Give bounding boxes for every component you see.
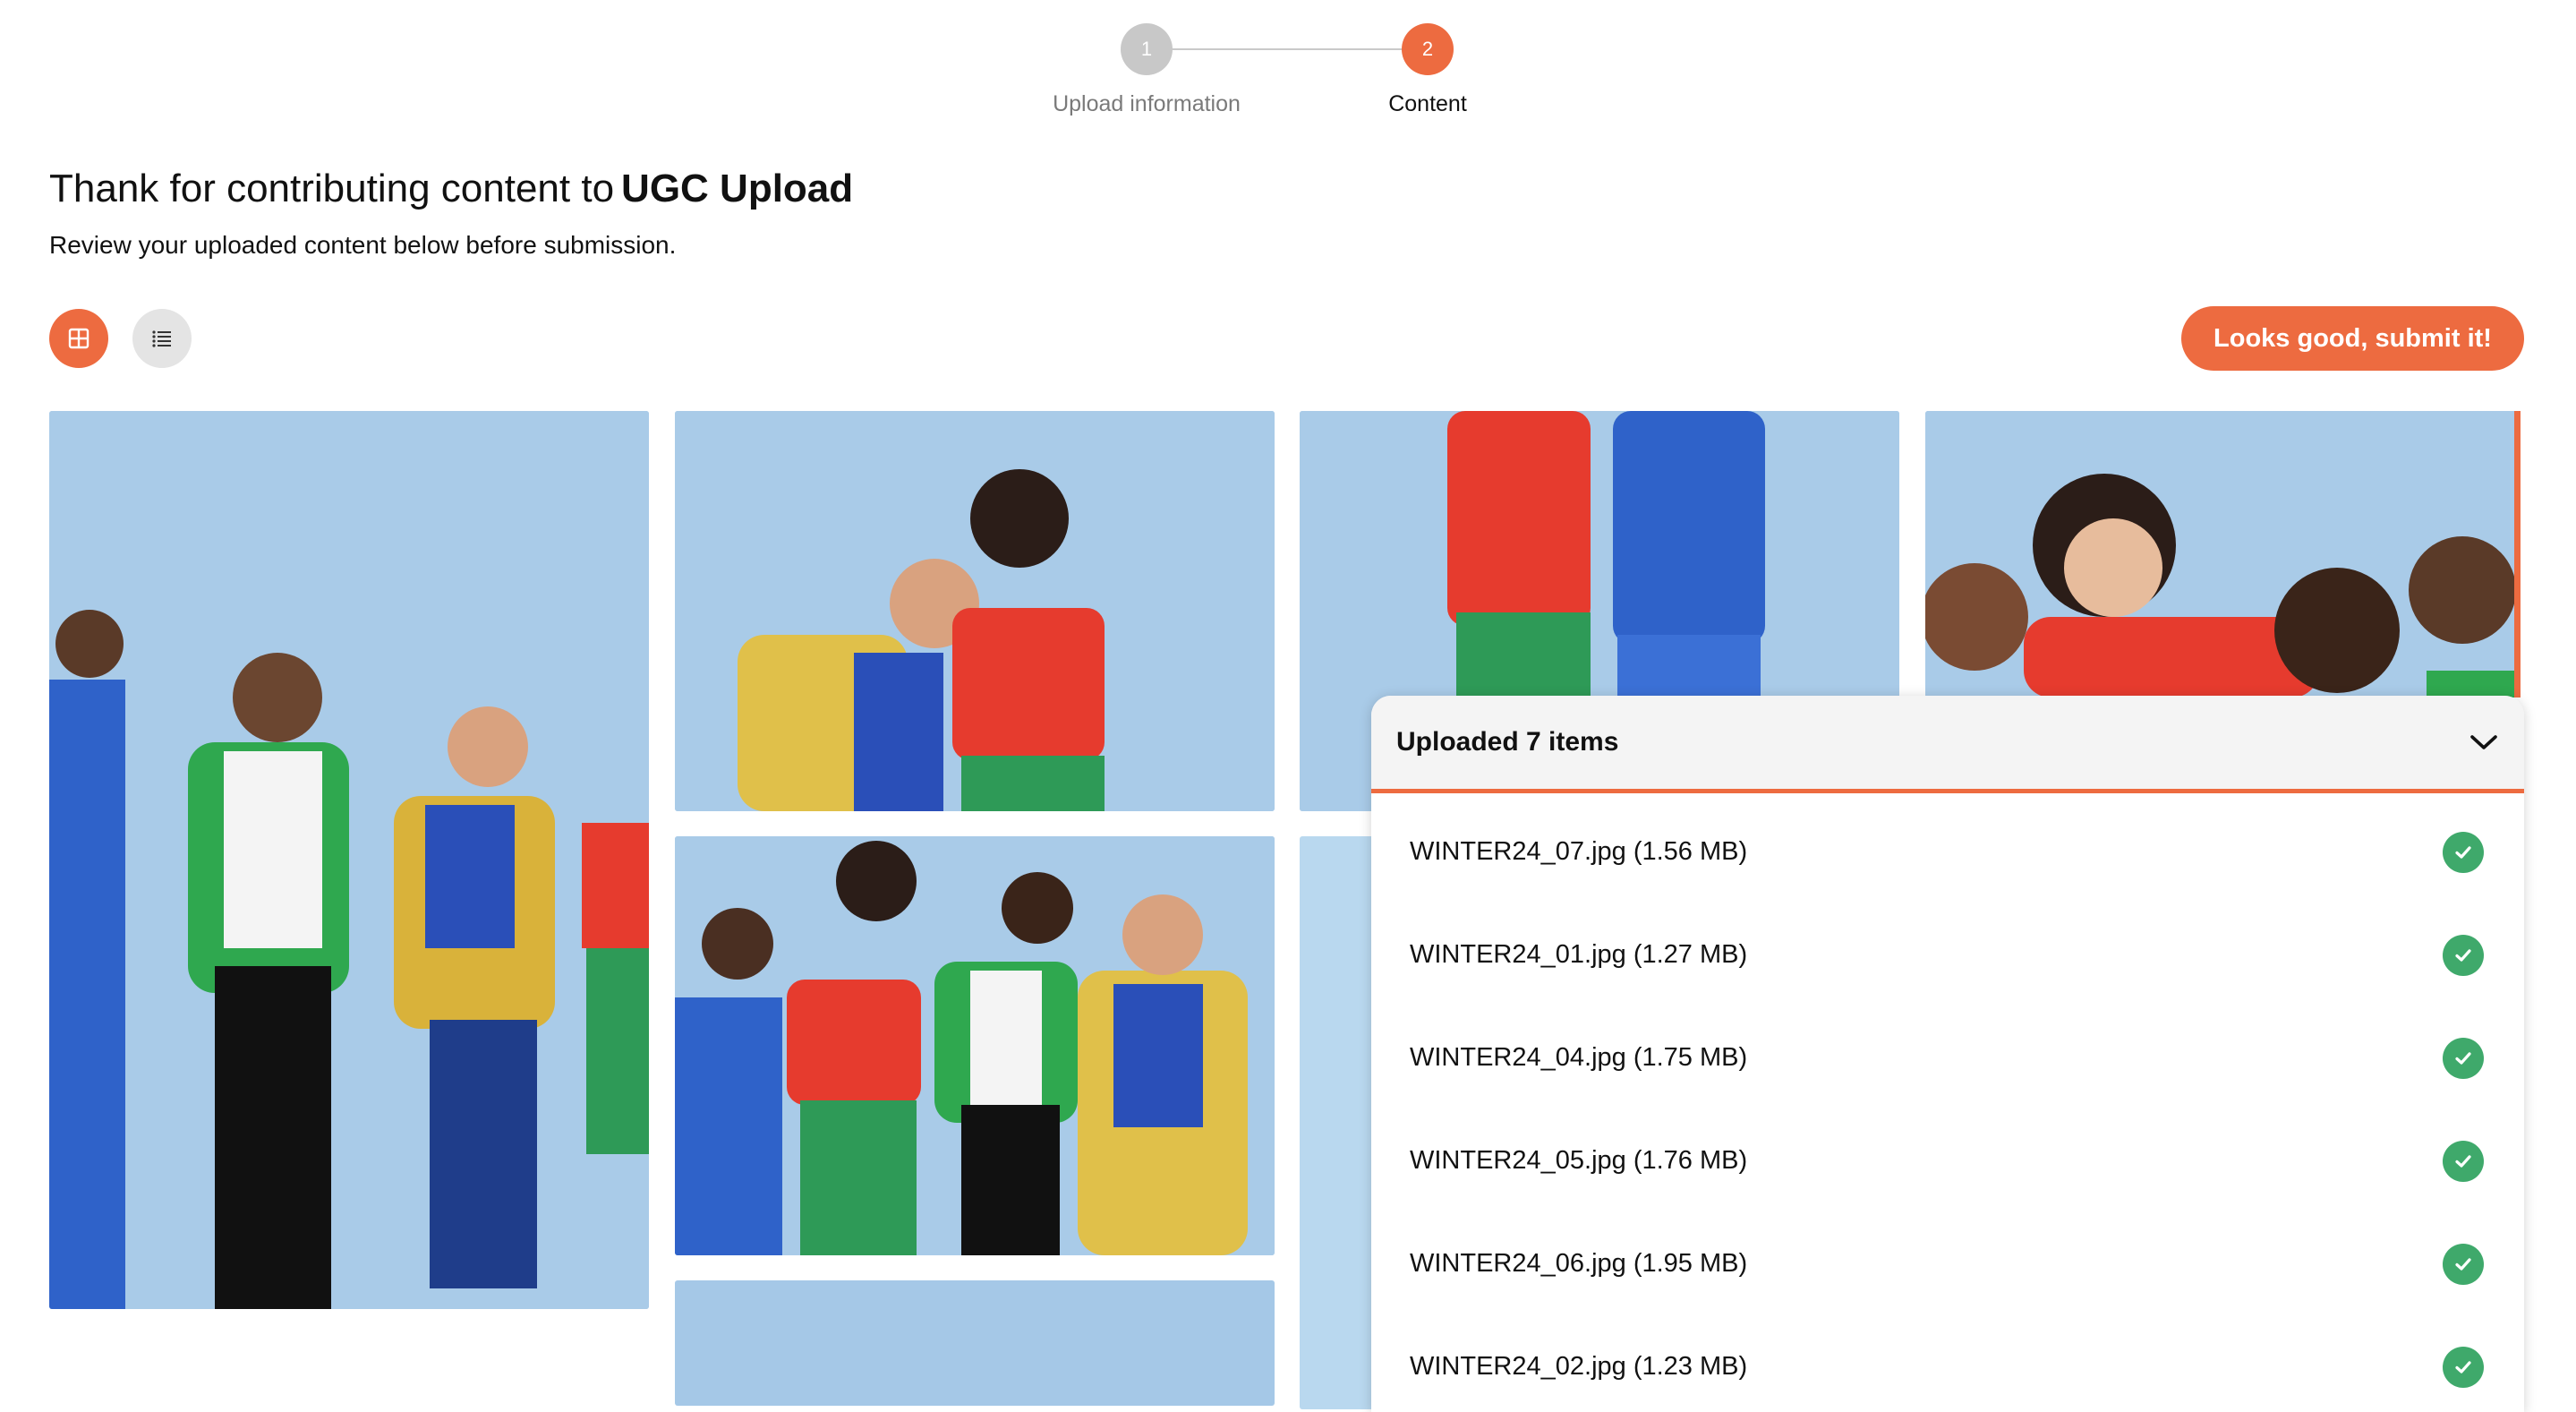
file-name: WINTER24_07.jpg (1.56 MB) bbox=[1410, 837, 1748, 866]
check-circle-icon bbox=[2443, 1140, 2484, 1182]
content-photo[interactable] bbox=[675, 836, 1275, 1255]
upload-panel-title: Uploaded 7 items bbox=[1396, 727, 1619, 757]
page-subtitle: Review your uploaded content below befor… bbox=[49, 231, 677, 259]
upload-status-panel: Uploaded 7 items WINTER24_07.jpg (1.56 M… bbox=[1371, 696, 2524, 1412]
progress-stepper: 1 2 Upload information Content bbox=[0, 0, 2576, 125]
check-circle-icon bbox=[2443, 831, 2484, 873]
list-view-icon bbox=[152, 330, 171, 347]
step-1-label: Upload information bbox=[1053, 91, 1241, 116]
uploaded-file-row: WINTER24_01.jpg (1.27 MB) bbox=[1371, 903, 2524, 1006]
uploaded-file-row: WINTER24_05.jpg (1.76 MB) bbox=[1371, 1109, 2524, 1212]
content-photo[interactable] bbox=[1925, 411, 2518, 697]
file-name: WINTER24_04.jpg (1.75 MB) bbox=[1410, 1043, 1748, 1072]
grid-view-icon bbox=[68, 328, 90, 349]
uploaded-file-row: WINTER24_02.jpg (1.23 MB) bbox=[1371, 1315, 2524, 1412]
uploaded-file-list: WINTER24_07.jpg (1.56 MB) WINTER24_01.jp… bbox=[1371, 793, 2524, 1412]
check-circle-icon bbox=[2443, 1243, 2484, 1285]
grid-view-button[interactable] bbox=[49, 309, 108, 368]
content-photo[interactable] bbox=[49, 411, 649, 1309]
chevron-down-icon[interactable] bbox=[2469, 732, 2499, 752]
check-circle-icon bbox=[2443, 1346, 2484, 1388]
check-circle-icon bbox=[2443, 934, 2484, 976]
page-title-brand: UGC Upload bbox=[621, 167, 854, 210]
submit-button[interactable]: Looks good, submit it! bbox=[2181, 306, 2524, 371]
uploaded-file-row: WINTER24_06.jpg (1.95 MB) bbox=[1371, 1212, 2524, 1315]
upload-panel-header[interactable]: Uploaded 7 items bbox=[1371, 696, 2524, 793]
page-title: Thank for contributing content to UGC Upl… bbox=[49, 167, 853, 211]
file-name: WINTER24_01.jpg (1.27 MB) bbox=[1410, 940, 1748, 969]
file-name: WINTER24_02.jpg (1.23 MB) bbox=[1410, 1352, 1748, 1381]
content-photo[interactable] bbox=[675, 1280, 1275, 1406]
scrollbar-thumb[interactable] bbox=[2514, 411, 2521, 697]
photo-image bbox=[675, 411, 1275, 811]
uploaded-file-row: WINTER24_04.jpg (1.75 MB) bbox=[1371, 1006, 2524, 1109]
photo-image bbox=[675, 836, 1275, 1255]
page-title-prefix: Thank for contributing content to bbox=[49, 167, 615, 210]
list-view-button[interactable] bbox=[132, 309, 192, 368]
uploaded-file-row: WINTER24_07.jpg (1.56 MB) bbox=[1371, 800, 2524, 903]
step-1-circle[interactable]: 1 bbox=[1121, 23, 1173, 75]
check-circle-icon bbox=[2443, 1037, 2484, 1079]
stepper-connector bbox=[1147, 48, 1428, 50]
file-name: WINTER24_06.jpg (1.95 MB) bbox=[1410, 1249, 1748, 1278]
photo-image bbox=[49, 411, 649, 1309]
content-photo[interactable] bbox=[675, 411, 1275, 811]
step-2-label: Content bbox=[1388, 91, 1467, 116]
step-2-circle[interactable]: 2 bbox=[1402, 23, 1454, 75]
photo-image bbox=[1925, 411, 2518, 697]
file-name: WINTER24_05.jpg (1.76 MB) bbox=[1410, 1146, 1748, 1175]
